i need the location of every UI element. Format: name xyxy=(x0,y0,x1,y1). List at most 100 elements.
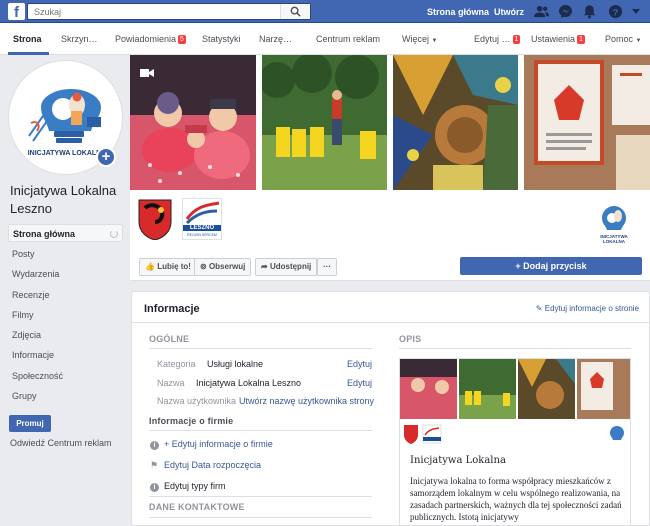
top-bar: f Strona główna Utwórz ? xyxy=(0,0,650,23)
plus-icon: + xyxy=(515,261,521,271)
sidebar-item-photos[interactable]: Zdjęcia xyxy=(8,326,123,344)
category-value: Usługi lokalne xyxy=(207,359,264,369)
tab-inbox[interactable]: Skrzyn… xyxy=(61,34,98,44)
cover-area: LESZNO REGION SERCEM INICJATYWA LOKALNA xyxy=(130,55,650,251)
sidebar-item-posts[interactable]: Posty xyxy=(8,245,123,263)
tab-help[interactable]: Pomoc ▼ xyxy=(605,34,641,44)
leszno-logo-text: LESZNO xyxy=(183,225,221,231)
search-button[interactable] xyxy=(280,4,310,19)
avatar-logo-text: INICJATYWA LOKALNA xyxy=(28,150,107,157)
add-button-label: Dodaj przycisk xyxy=(523,261,587,271)
sidebar-item-events[interactable]: Wydarzenia xyxy=(8,265,123,283)
rss-icon: ⊚ xyxy=(200,262,207,271)
create-link[interactable]: Utwórz xyxy=(494,7,524,17)
tab-page[interactable]: Strona xyxy=(13,34,42,44)
flag-icon: ⚑ xyxy=(150,460,159,470)
cover-photo-award[interactable] xyxy=(524,55,650,190)
edit-business-types-label: Edytuj typy firm xyxy=(164,481,226,491)
company-info-heading: Informacje o firmie xyxy=(149,416,234,426)
sidebar-item-groups[interactable]: Grupy xyxy=(8,387,123,405)
tab-settings[interactable]: Ustawienia 1 xyxy=(531,34,585,44)
description-title: Inicjatywa Lokalna xyxy=(410,455,506,466)
edit-info-label: Edytuj informacje o stronie xyxy=(544,304,639,313)
sidebar-item-about[interactable]: Informacje xyxy=(8,346,123,364)
sidebar-item-reviews[interactable]: Recenzje xyxy=(8,286,123,304)
create-username-link[interactable]: Utwórz nazwę użytkownika strony xyxy=(239,396,374,406)
search-input[interactable] xyxy=(28,4,288,19)
section-title: Informacje xyxy=(144,303,200,315)
share-button[interactable]: ➦ Udostępnij xyxy=(255,258,318,276)
name-value: Inicjatywa Lokalna Leszno xyxy=(196,378,302,388)
edit-company-info-label: + Edytuj informacje o firmie xyxy=(164,439,273,449)
lightbulb-small-icon xyxy=(602,206,626,230)
add-button[interactable]: + Dodaj przycisk xyxy=(460,257,642,275)
chevron-down-icon: ▼ xyxy=(431,38,438,44)
settings-badge: 1 xyxy=(577,35,585,44)
tab-more-label: Więcej xyxy=(402,34,430,44)
search-box[interactable] xyxy=(27,3,311,20)
ad-center-link[interactable]: Odwiedź Centrum reklam xyxy=(10,438,112,448)
cover-photo-beehives[interactable] xyxy=(262,55,387,190)
edit-company-info-row[interactable]: i + Edytuj informacje o firmie xyxy=(150,439,273,450)
contact-heading: DANE KONTAKTOWE xyxy=(149,502,245,512)
tab-edit-label: Edytuj … xyxy=(474,34,511,44)
page-name: Inicjatywa Lokalna Leszno xyxy=(10,183,117,216)
promote-button[interactable]: Promuj xyxy=(9,415,51,432)
page-admin-nav: Strona Skrzyn… Powiadomienia 5 Statystyki… xyxy=(0,23,650,55)
tab-help-label: Pomoc xyxy=(605,34,634,44)
like-button[interactable]: 👍 Lubię to! xyxy=(139,258,197,276)
left-sidebar: INICJATYWA LOKALNA + Inicjatywa Lokalna … xyxy=(0,55,130,526)
share-label: Udostępnij xyxy=(269,262,312,271)
page-action-bar: 👍 Lubię to! ⊚ Obserwuj ➦ Udostępnij ··· … xyxy=(130,251,650,281)
leszno-region-logo: LESZNO REGION SERCEM xyxy=(182,198,222,240)
thumbs-up-icon: 👍 xyxy=(145,262,155,271)
edit-page-info-link[interactable]: ✎ Edytuj informacje o stronie xyxy=(536,304,639,313)
category-label: Kategoria xyxy=(157,359,196,369)
caret-down-icon[interactable] xyxy=(631,6,641,16)
description-card[interactable]: Inicjatywa Lokalna Inicjatywa lokalna to… xyxy=(399,358,631,526)
small-brand-logo: INICJATYWA LOKALNA xyxy=(590,202,638,244)
sidebar-item-label: Strona główna xyxy=(13,229,76,239)
more-options-button[interactable]: ··· xyxy=(317,258,337,276)
description-text: Inicjatywa lokalna to forma współpracy m… xyxy=(410,476,622,522)
facebook-logo[interactable]: f xyxy=(8,3,25,20)
sidebar-item-home[interactable]: Strona główna xyxy=(8,224,123,242)
sidebar-item-videos[interactable]: Filmy xyxy=(8,306,123,324)
small-brand-text: INICJATYWA LOKALNA xyxy=(600,234,628,244)
pencil-icon: ✎ xyxy=(535,304,543,313)
tab-edit-page[interactable]: Edytuj … 1 xyxy=(474,34,521,44)
tab-notifications-label: Powiadomienia xyxy=(115,34,177,44)
notification-count-badge: 5 xyxy=(178,35,186,44)
leszno-logo-subtext: REGION SERCEM xyxy=(187,233,217,237)
tab-ad-center[interactable]: Centrum reklam xyxy=(316,34,380,44)
add-photo-button[interactable]: + xyxy=(96,147,116,167)
edit-business-types-row[interactable]: i Edytuj typy firm xyxy=(150,481,226,492)
description-heading: OPIS xyxy=(399,334,422,344)
tab-more[interactable]: Więcej ▼ xyxy=(402,34,437,44)
messenger-icon[interactable] xyxy=(558,4,573,19)
notifications-icon[interactable] xyxy=(582,4,597,19)
follow-button[interactable]: ⊚ Obserwuj xyxy=(194,258,252,276)
cover-photo-mural[interactable] xyxy=(393,55,518,190)
edit-start-date-row[interactable]: ⚑ Edytuj Data rozpoczęcia xyxy=(150,460,261,471)
divider xyxy=(149,517,372,518)
tab-insights[interactable]: Statystyki xyxy=(202,34,241,44)
tab-notifications[interactable]: Powiadomienia 5 xyxy=(115,34,186,44)
sidebar-item-community[interactable]: Społeczność xyxy=(8,367,123,385)
cover-photo-dolls[interactable] xyxy=(130,55,256,190)
edit-category-link[interactable]: Edytuj xyxy=(347,359,372,369)
search-icon xyxy=(290,6,301,17)
tab-settings-label: Ustawienia xyxy=(531,34,576,44)
leszno-coat-of-arms-icon xyxy=(138,199,172,240)
home-link[interactable]: Strona główna xyxy=(427,7,489,17)
divider xyxy=(149,430,372,431)
help-icon[interactable]: ? xyxy=(608,4,623,19)
edit-name-link[interactable]: Edytuj xyxy=(347,378,372,388)
divider xyxy=(399,348,631,349)
tab-publishing-tools[interactable]: Narzę… xyxy=(259,34,292,44)
loading-spinner-icon xyxy=(110,230,118,238)
svg-text:?: ? xyxy=(613,7,619,17)
friends-icon[interactable] xyxy=(534,4,549,19)
info-icon: i xyxy=(150,441,159,450)
divider xyxy=(132,322,649,323)
